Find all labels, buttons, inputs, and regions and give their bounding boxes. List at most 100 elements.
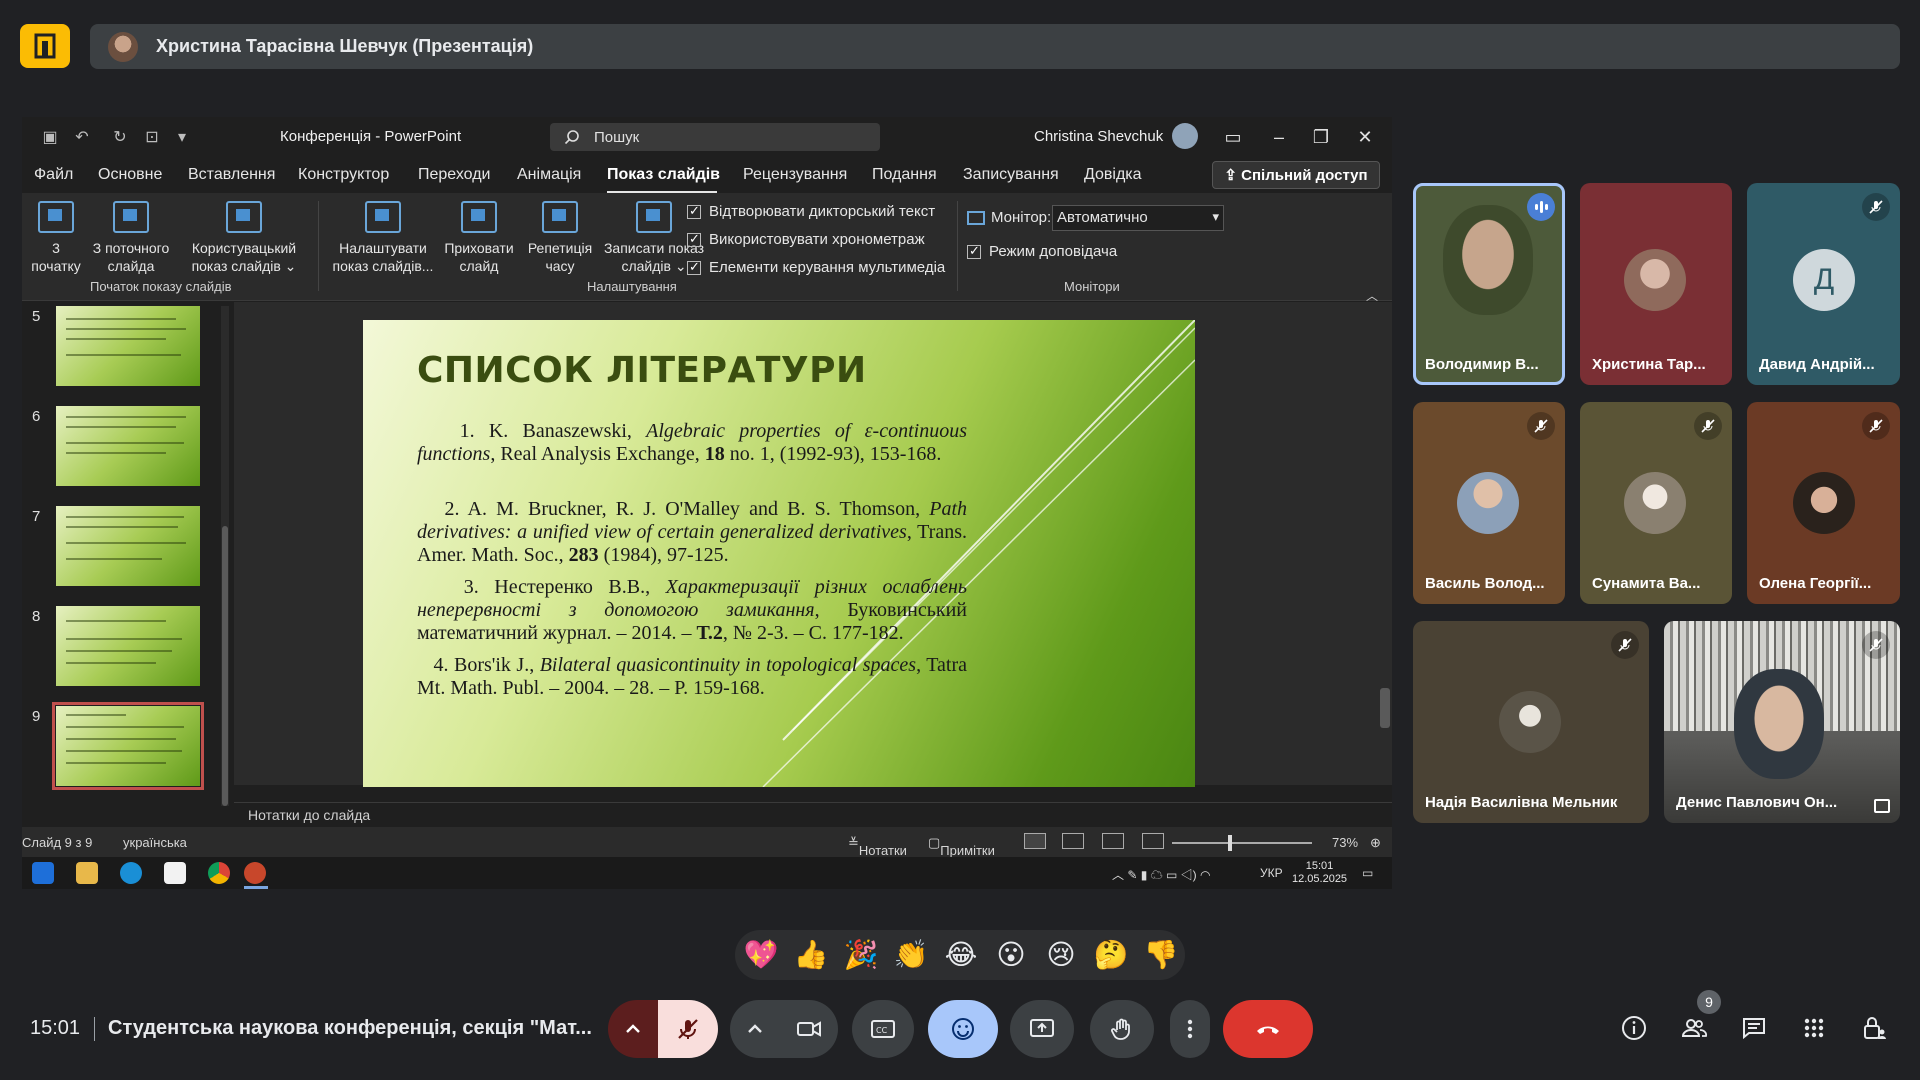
activities-button[interactable] [1798,1012,1830,1044]
captions-button[interactable]: CC [852,1000,914,1058]
save-icon[interactable]: ▣ [40,127,60,147]
slideshow-view-icon[interactable] [1142,833,1164,849]
participant-tile[interactable]: Денис Павлович Он... [1664,621,1900,823]
share-button[interactable]: ⇪ Спільний доступ [1212,161,1380,189]
reaction-thumbs-up[interactable]: 👍 [793,940,829,970]
play-narrations-checkbox[interactable]: Відтворювати дикторський текст [687,203,935,220]
play-from-start-icon [38,201,74,233]
mic-toggle-button[interactable] [658,1000,718,1058]
people-button[interactable] [1678,1012,1710,1044]
presenter-bar[interactable]: Христина Тарасівна Шевчук (Презентація) [90,24,1900,69]
zoom-slider-handle[interactable] [1228,835,1232,851]
pip-toggle-icon[interactable] [1874,799,1890,813]
use-timings-checkbox[interactable]: Використовувати хронометраж [687,231,925,248]
present-screen-button[interactable] [1010,1000,1074,1058]
keyboard-language[interactable]: УКР [1260,866,1283,880]
participant-tile[interactable]: Василь Волод... [1413,402,1565,604]
tab-file[interactable]: Файл [34,166,73,184]
powerpoint-icon[interactable] [244,862,266,884]
from-start-button[interactable]: 3 початку [26,201,86,275]
slide-thumbnail[interactable] [56,406,200,486]
language-indicator[interactable]: українська [123,835,187,850]
reaction-laugh[interactable]: 😂 [943,940,979,970]
windows-start-icon[interactable] [32,862,54,884]
chat-button[interactable] [1738,1012,1770,1044]
participant-tile[interactable]: Христина Тар... [1580,183,1732,385]
reactions-button[interactable] [928,1000,998,1058]
presenter-view-checkbox[interactable]: Режим доповідача [967,243,1117,260]
chart-app-icon[interactable] [164,862,186,884]
meeting-info-button[interactable] [1618,1012,1650,1044]
rehearse-timings-button[interactable]: Репетиція часу [522,201,598,275]
tab-slideshow[interactable]: Показ слайдів [607,166,720,184]
tab-home[interactable]: Основне [98,166,162,184]
slide-thumbnail[interactable] [56,306,200,386]
custom-show-button[interactable]: Користувацький показ слайдів ⌄ [182,201,306,275]
tab-insert[interactable]: Вставлення [188,166,275,184]
ppt-search-box[interactable]: Пошук [550,123,880,151]
hide-slide-button[interactable]: Приховати слайд [436,201,522,275]
close-icon[interactable]: ✕ [1350,123,1380,151]
more-options-button[interactable] [1170,1000,1210,1058]
leave-call-button[interactable] [1223,1000,1313,1058]
tab-review[interactable]: Рецензування [743,166,847,184]
slide-thumbnail[interactable] [56,606,200,686]
restore-icon[interactable]: ❐ [1306,123,1336,151]
reaction-heart[interactable]: 💖 [743,940,779,970]
from-current-button[interactable]: З поточного слайда [86,201,176,275]
reaction-clap[interactable]: 👏 [893,940,929,970]
undo-icon[interactable]: ↶ [72,127,92,147]
tab-design[interactable]: Конструктор [298,166,389,184]
canvas-scrollbar[interactable] [1380,308,1390,748]
participant-tile[interactable]: Олена Георгії... [1747,402,1900,604]
reaction-thumbs-down[interactable]: 👎 [1143,940,1179,970]
raise-hand-button[interactable] [1090,1000,1154,1058]
meeting-title[interactable]: Студентська наукова конференція, секція … [108,1017,592,1040]
comments-toggle[interactable]: ▢ Примітки [928,835,995,858]
tab-transitions[interactable]: Переходи [418,166,490,184]
file-explorer-icon[interactable] [76,862,98,884]
tab-help[interactable]: Довідка [1084,166,1142,184]
chrome-icon[interactable] [208,862,230,884]
user-avatar[interactable] [1172,123,1198,149]
zoom-slider[interactable] [1172,842,1312,844]
slide-sorter-icon[interactable] [1062,833,1084,849]
zoom-level[interactable]: 73% [1332,835,1358,850]
audio-options-button[interactable] [608,1000,658,1058]
ppt-user-name[interactable]: Christina Shevchuk [1034,128,1163,145]
participant-tile[interactable]: Д Давид Андрій... [1747,183,1900,385]
taskbar-clock[interactable]: 15:01 12.05.2025 [1292,860,1347,886]
skype-icon[interactable] [120,862,142,884]
notifications-icon[interactable]: ▭ [1362,866,1373,880]
participant-tile[interactable]: Сунамита Ва... [1580,402,1732,604]
tray-icons[interactable]: ︿ ✎ ▮ ☁ ▭ ◁) ◠ [1112,866,1210,883]
setup-show-button[interactable]: Налаштувати показ слайдів... [328,201,438,275]
participant-tile-speaking[interactable]: Володимир В... [1413,183,1565,385]
tab-view[interactable]: Подання [872,166,937,184]
reaction-party[interactable]: 🎉 [843,940,879,970]
tab-record[interactable]: Записування [963,166,1059,184]
slide-notes-field[interactable]: Нотатки до слайда [234,802,1392,826]
ribbon-display-icon[interactable]: ▭ [1218,123,1248,151]
reaction-thinking[interactable]: 🤔 [1093,940,1129,970]
minimize-icon[interactable]: – [1264,123,1294,151]
slide-thumbnail-selected[interactable] [52,702,204,790]
present-icon[interactable]: ⊡ [142,127,162,147]
slide-thumbnail[interactable] [56,506,200,586]
customize-qat-icon[interactable]: ▾ [172,127,192,147]
tab-animations[interactable]: Анімація [517,166,581,184]
reaction-surprised[interactable]: 😮 [993,940,1029,970]
video-options-button[interactable] [730,1000,780,1058]
monitor-select[interactable]: Автоматично [1052,205,1224,231]
camera-toggle-button[interactable] [780,1000,838,1058]
normal-view-icon[interactable] [1024,833,1046,849]
participant-tile[interactable]: Надія Василівна Мельник [1413,621,1649,823]
host-controls-button[interactable] [1858,1012,1890,1044]
fit-to-window-icon[interactable]: ⊕ [1370,835,1381,851]
reading-view-icon[interactable] [1102,833,1124,849]
thumbnail-scrollbar[interactable] [221,306,229,806]
reaction-sad[interactable]: 😢 [1043,940,1079,970]
redo-icon[interactable]: ↻ [110,127,130,147]
notes-toggle[interactable]: ≚ Нотатки [848,835,907,858]
media-controls-checkbox[interactable]: Елементи керування мультимедіа [687,259,945,276]
